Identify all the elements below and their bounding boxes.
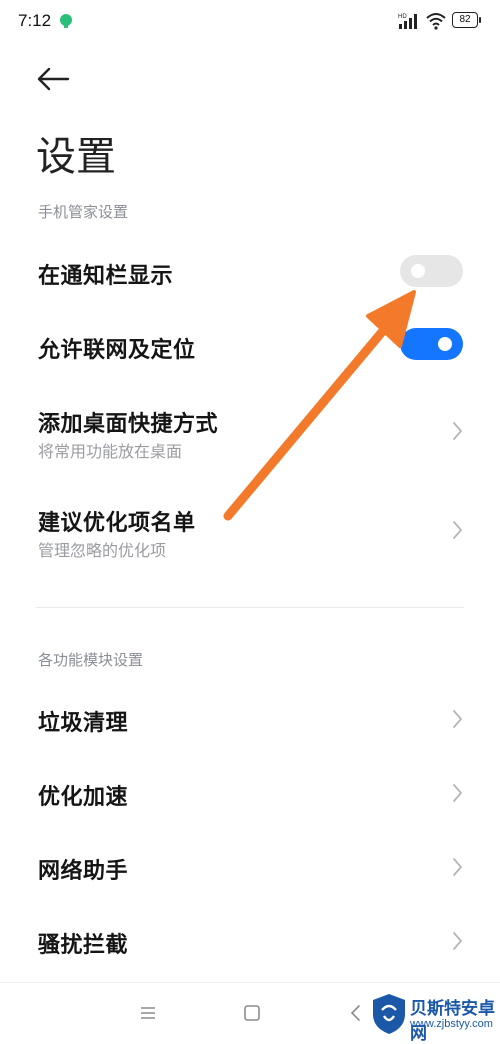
setting-row-network-location[interactable]: 允许联网及定位 xyxy=(0,318,500,374)
cellular-signal-icon: HD xyxy=(398,14,417,29)
chevron-right-icon xyxy=(453,521,462,539)
section-divider xyxy=(36,607,464,608)
chevron-right-icon xyxy=(453,422,462,440)
chevron-right-icon xyxy=(453,858,462,876)
setting-row-notification-bar[interactable]: 在通知栏显示 xyxy=(0,244,500,300)
setting-title: 优化加速 xyxy=(38,785,129,810)
setting-row-junk-clean[interactable]: 垃圾清理 xyxy=(0,692,500,748)
back-arrow-icon[interactable] xyxy=(34,62,74,96)
setting-row-harassment-block[interactable]: 骚扰拦截 xyxy=(0,914,500,970)
setting-row-optimization-list[interactable]: 建议优化项名单 管理忽略的优化项 xyxy=(0,495,500,567)
setting-subtitle: 管理忽略的优化项 xyxy=(38,541,167,560)
status-time: 7:12 xyxy=(18,11,52,30)
notification-bar-toggle[interactable] xyxy=(400,255,463,287)
toggle-knob xyxy=(411,264,425,278)
toggle-knob xyxy=(438,337,452,351)
wifi-icon xyxy=(426,13,446,30)
battery-icon: 82 xyxy=(452,12,482,28)
setting-row-network-assistant[interactable]: 网络助手 xyxy=(0,840,500,896)
setting-title: 允许联网及定位 xyxy=(38,338,196,363)
setting-title: 添加桌面快捷方式 xyxy=(38,412,219,437)
home-square-icon[interactable] xyxy=(240,1001,264,1025)
page-title: 设置 xyxy=(36,134,116,180)
menu-icon[interactable] xyxy=(136,1001,160,1025)
setting-subtitle: 将常用功能放在桌面 xyxy=(38,442,183,461)
network-location-toggle[interactable] xyxy=(400,328,463,360)
notification-dot-icon xyxy=(60,14,72,28)
setting-title: 骚扰拦截 xyxy=(38,933,129,958)
chevron-right-icon xyxy=(453,932,462,950)
battery-level: 82 xyxy=(452,12,478,28)
back-triangle-icon[interactable] xyxy=(344,1001,368,1025)
section-header-modules: 各功能模块设置 xyxy=(38,651,144,669)
setting-title: 垃圾清理 xyxy=(38,711,129,736)
setting-title: 建议优化项名单 xyxy=(38,511,196,536)
chevron-right-icon xyxy=(453,710,462,728)
section-header-phone-manager: 手机管家设置 xyxy=(38,203,129,221)
watermark-logo: 贝斯特安卓网 www.zjbstyy.com xyxy=(366,990,498,1044)
chevron-right-icon xyxy=(453,784,462,802)
setting-title: 在通知栏显示 xyxy=(38,264,174,289)
setting-row-speed-up[interactable]: 优化加速 xyxy=(0,766,500,822)
signal-hd-label: HD xyxy=(398,14,407,20)
setting-title: 网络助手 xyxy=(38,859,129,884)
watermark-shield-icon xyxy=(373,994,405,1034)
setting-row-desktop-shortcut[interactable]: 添加桌面快捷方式 将常用功能放在桌面 xyxy=(0,396,500,468)
status-bar: 7:12 HD 82 xyxy=(0,0,500,44)
watermark-url: www.zjbstyy.com xyxy=(410,1018,493,1030)
